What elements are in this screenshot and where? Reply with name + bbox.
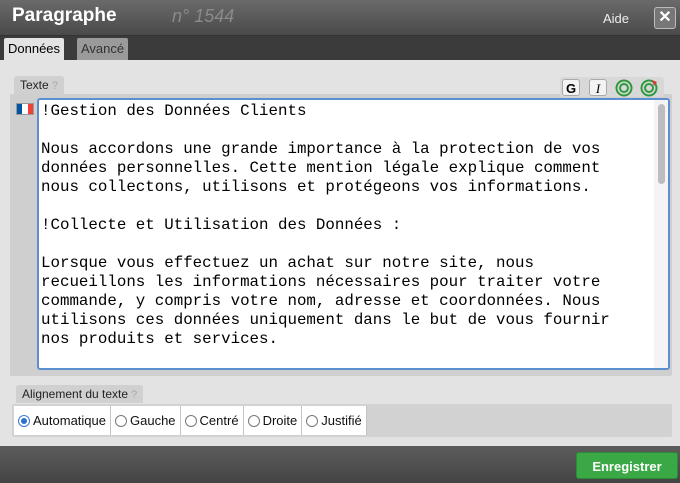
align-label-gauche: Gauche	[130, 413, 176, 428]
circle-icon[interactable]	[615, 79, 633, 97]
align-label-automatique: Automatique	[33, 413, 106, 428]
align-option-automatique[interactable]: Automatique	[14, 406, 111, 435]
save-button[interactable]: Enregistrer	[576, 452, 678, 479]
paragraph-number: n° 1544	[172, 6, 235, 26]
close-icon[interactable]: ✕	[654, 7, 676, 29]
flag-fr-icon[interactable]	[16, 103, 34, 115]
editor-scrollbar-thumb[interactable]	[658, 104, 665, 184]
text-editor[interactable]: !Gestion des Données Clients Nous accord…	[37, 98, 670, 370]
radio-justifie[interactable]	[306, 414, 319, 427]
title-bar: Paragraphe n° 1544 Aide ✕	[0, 0, 680, 36]
bold-button[interactable]: G	[562, 79, 580, 96]
help-link[interactable]: Aide	[603, 11, 629, 26]
italic-button[interactable]: I	[589, 79, 607, 96]
editor-scrollbar[interactable]	[654, 100, 668, 368]
align-option-justifie[interactable]: Justifié	[302, 406, 367, 435]
radio-automatique[interactable]	[18, 414, 30, 427]
align-option-droite[interactable]: Droite	[243, 406, 303, 435]
tab-bar: Données Avancé	[0, 36, 680, 60]
alignment-label-text: Alignement du texte	[22, 387, 129, 401]
align-label-droite: Droite	[262, 413, 298, 428]
radio-gauche[interactable]	[115, 414, 127, 427]
alignment-options: Automatique Gauche Centré Droite Justifi…	[14, 406, 367, 435]
align-label-justifie: Justifié	[321, 413, 362, 428]
editor-content[interactable]: !Gestion des Données Clients Nous accord…	[41, 102, 653, 349]
texte-section-label: Texte?	[14, 76, 64, 94]
radio-centre[interactable]	[184, 414, 197, 427]
align-label-centre: Centré	[199, 413, 239, 428]
paragraph-dialog: Paragraphe n° 1544 Aide ✕ Données Avancé…	[0, 0, 680, 483]
tab-avance[interactable]: Avancé	[77, 38, 129, 60]
radio-droite[interactable]	[247, 414, 260, 427]
tab-donnees[interactable]: Données	[4, 38, 65, 60]
alignment-help-icon[interactable]: ?	[131, 389, 137, 401]
texte-label-text: Texte	[20, 78, 49, 92]
texte-help-icon[interactable]: ?	[52, 80, 58, 92]
align-option-gauche[interactable]: Gauche	[111, 406, 181, 435]
editor-toolbar: G I	[560, 77, 664, 97]
dialog-title: Paragraphe	[12, 5, 117, 26]
align-option-centre[interactable]: Centré	[180, 406, 244, 435]
circle-refresh-icon[interactable]	[640, 79, 658, 97]
alignment-section-label: Alignement du texte?	[16, 385, 144, 403]
